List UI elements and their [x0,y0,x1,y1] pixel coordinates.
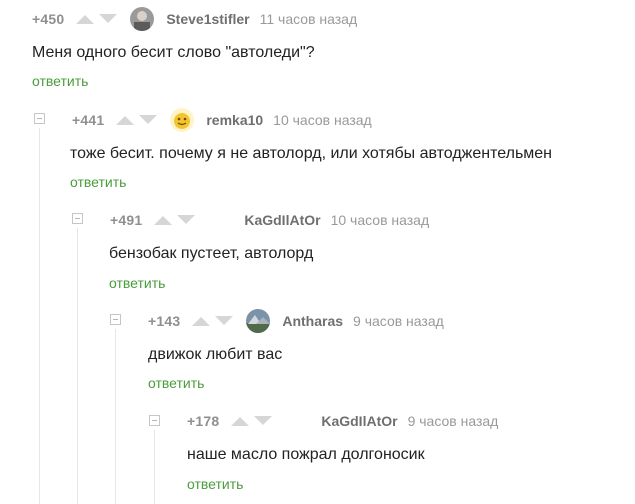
reply-link[interactable]: ответить [109,275,165,291]
author-name[interactable]: KaGdIlAtOr [321,413,397,429]
comment-text: наше масло пожрал долгоносик [187,446,425,463]
rating: +491 [110,212,143,228]
comment-header: +450 Steve1stifler 11 часов назад [32,7,358,31]
comment-text: тоже бесит. почему я не автолорд, или хо… [70,145,553,162]
avatar[interactable] [170,108,195,132]
upvote-icon[interactable] [231,416,250,426]
downvote-icon[interactable] [254,416,273,426]
comment-header: +441 remka10 10 часов назад [72,108,372,132]
reply-link[interactable]: ответить [187,476,243,492]
collapse-icon[interactable] [149,415,160,426]
upvote-icon[interactable] [154,215,173,225]
author-name[interactable]: remka10 [206,112,263,128]
comment-text: движок любит вас [148,346,283,363]
avatar[interactable] [130,7,155,31]
timestamp[interactable]: 9 часов назад [408,413,499,429]
downvote-icon[interactable] [139,115,158,125]
comment-text: бензобак пустеет, автолорд [109,245,314,262]
downvote-icon[interactable] [215,316,234,326]
author-name[interactable]: KaGdIlAtOr [244,212,320,228]
rating: +178 [187,413,220,429]
thread-line[interactable] [115,329,116,504]
timestamp[interactable]: 10 часов назад [273,112,372,128]
downvote-icon[interactable] [99,14,118,24]
thread-line[interactable] [154,430,155,504]
upvote-icon[interactable] [192,316,211,326]
rating: +450 [32,11,65,27]
comment-header: +178 KaGdIlAtOr 9 часов назад [187,410,498,432]
avatar[interactable] [246,309,271,333]
thread-line[interactable] [77,228,78,504]
timestamp[interactable]: 9 часов назад [353,313,444,329]
collapse-icon[interactable] [72,213,83,224]
reply-link[interactable]: ответить [32,73,88,89]
comment-text: Меня одного бесит слово "автоледи"? [32,44,315,61]
timestamp[interactable]: 10 часов назад [331,212,430,228]
reply-link[interactable]: ответить [70,174,126,190]
upvote-icon[interactable] [76,14,95,24]
reply-link[interactable]: ответить [148,375,204,391]
upvote-icon[interactable] [116,115,135,125]
collapse-icon[interactable] [34,113,45,124]
thread-line[interactable] [39,128,40,504]
comment-header: +143 Antharas 9 часов назад [148,309,444,333]
timestamp[interactable]: 11 часов назад [260,11,358,27]
author-name[interactable]: Antharas [282,313,343,329]
collapse-icon[interactable] [110,314,121,325]
rating: +143 [148,313,181,329]
author-name[interactable]: Steve1stifler [166,11,249,27]
comment-header: +491 KaGdIlAtOr 10 часов назад [110,209,429,231]
rating: +441 [72,112,105,128]
downvote-icon[interactable] [177,215,196,225]
